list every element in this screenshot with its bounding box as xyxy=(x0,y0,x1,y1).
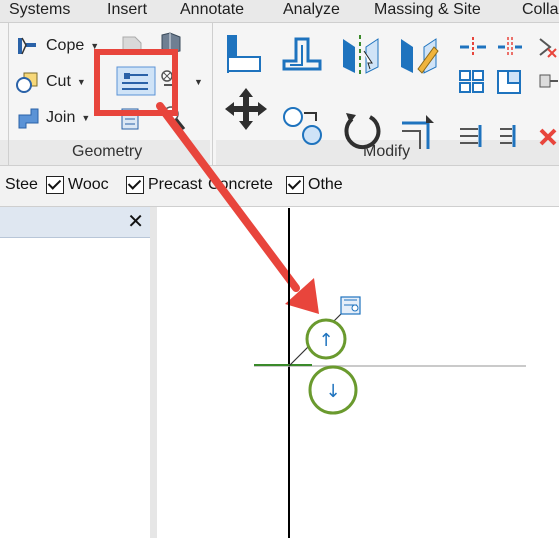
pointer-arrow xyxy=(156,102,300,292)
wall-joins-control-icon[interactable] xyxy=(340,296,361,315)
flip-down-arrow-icon[interactable]: ↓ xyxy=(325,381,340,402)
annotation-overlay: ↑ ↓ xyxy=(94,49,526,538)
flip-up-arrow-icon[interactable]: ↑ xyxy=(318,330,333,351)
